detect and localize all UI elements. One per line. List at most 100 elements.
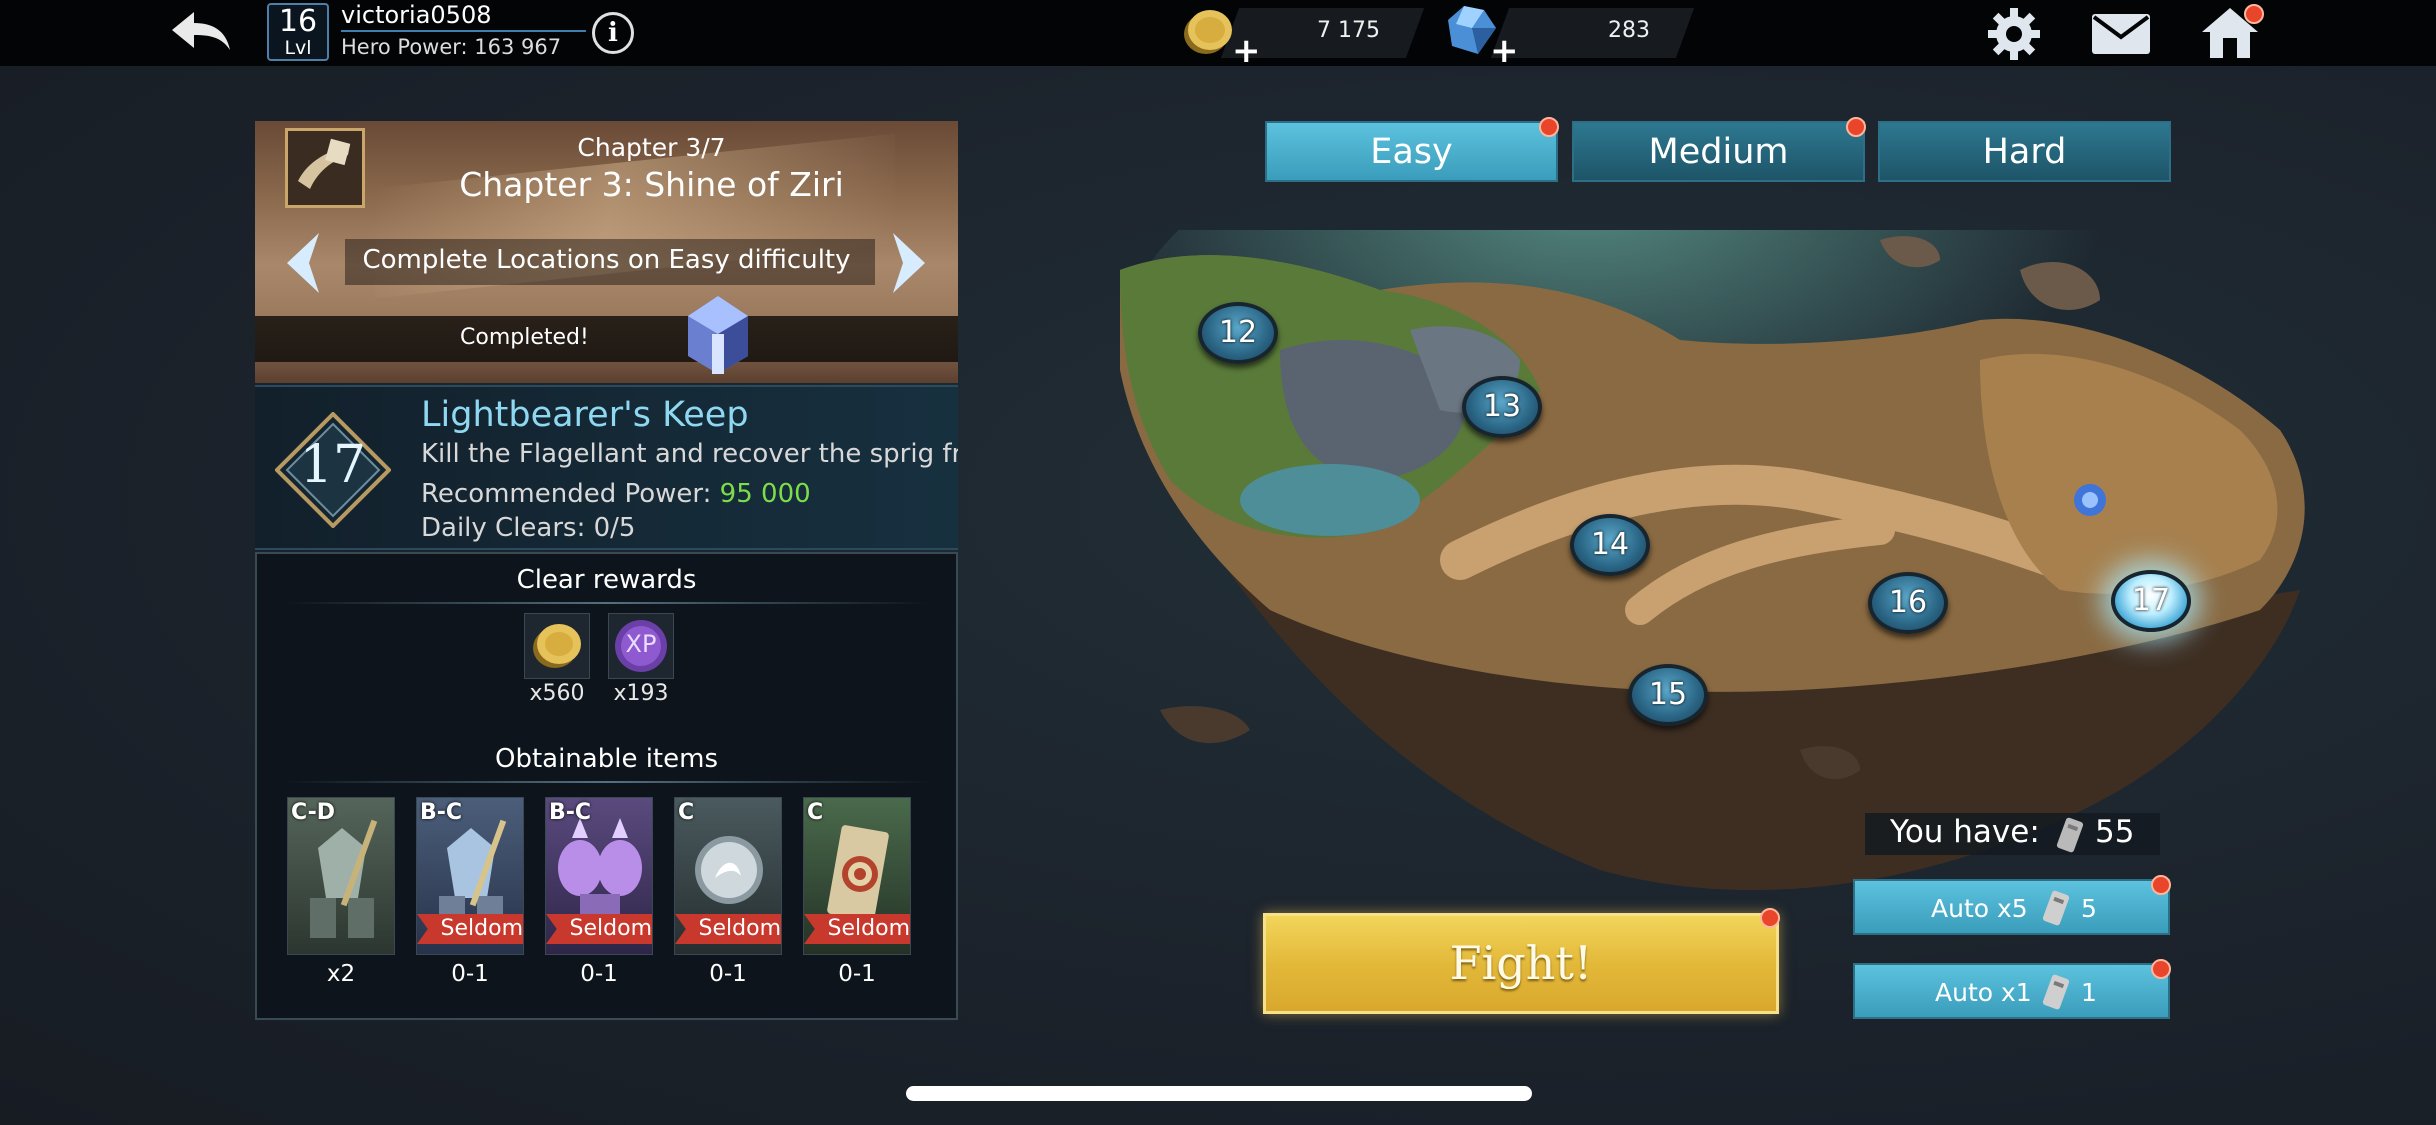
xp-reward-qty: x193 xyxy=(613,681,669,706)
mail-button[interactable] xyxy=(2090,12,2152,56)
raid-ticket-icon xyxy=(2042,974,2070,1010)
location-description: Kill the Flagellant and recover the spri… xyxy=(421,439,958,469)
daily-clears-label: Daily Clears: xyxy=(421,513,586,543)
divider xyxy=(282,602,932,604)
item-card[interactable]: B-C Seldom xyxy=(416,797,524,955)
node-label: 16 xyxy=(1888,585,1928,620)
item-grade: C-D xyxy=(291,800,336,825)
home-notification-badge xyxy=(2244,4,2264,24)
coin-count: 7 175 xyxy=(1317,18,1380,43)
tab-easy-label: Easy xyxy=(1370,132,1453,172)
item-qty: 0-1 xyxy=(580,961,618,987)
item-qty: 0-1 xyxy=(451,961,489,987)
map-node-12[interactable]: 12 xyxy=(1198,298,1278,368)
node-label: 15 xyxy=(1648,677,1688,712)
auto-x1-badge xyxy=(2151,959,2171,979)
tab-medium[interactable]: Medium xyxy=(1572,117,1866,182)
map-node-14[interactable]: 14 xyxy=(1570,510,1650,580)
coin-icon xyxy=(1184,10,1232,54)
fight-badge xyxy=(1760,908,1780,928)
fight-button[interactable]: Fight! xyxy=(1263,908,1780,1014)
map-node-13[interactable]: 13 xyxy=(1462,372,1542,442)
recommended-power-value: 95 000 xyxy=(719,479,811,509)
raid-ticket-icon xyxy=(2042,890,2070,926)
info-icon[interactable]: i xyxy=(592,12,634,54)
tab-hard[interactable]: Hard xyxy=(1878,121,2171,182)
map-node-16[interactable]: 16 xyxy=(1868,568,1948,638)
coin-reward-qty: x560 xyxy=(529,681,585,706)
rarity-tag: Seldom xyxy=(546,914,652,944)
tab-easy-badge xyxy=(1539,117,1559,137)
item-qty: 0-1 xyxy=(709,961,747,987)
next-chapter-button[interactable] xyxy=(887,231,937,295)
map-node-15[interactable]: 15 xyxy=(1628,660,1708,730)
auto-x1-button[interactable]: Auto x1 1 xyxy=(1853,959,2171,1019)
xp-reward[interactable]: XP xyxy=(608,613,674,679)
recommended-power: Recommended Power: 95 000 xyxy=(421,479,811,509)
level-label: Lvl xyxy=(284,37,312,59)
gear-icon xyxy=(1988,8,2040,60)
node-label: 14 xyxy=(1590,527,1630,562)
tab-easy[interactable]: Easy xyxy=(1265,117,1559,182)
xp-label: XP xyxy=(625,630,657,658)
item-grade: B-C xyxy=(549,800,592,825)
fight-label: Fight! xyxy=(1449,936,1593,990)
hero-power: Hero Power: 163 967 xyxy=(341,35,562,59)
add-gems-button[interactable]: + xyxy=(1490,34,1519,68)
auto-x1-cost: 1 xyxy=(2081,978,2097,1007)
tab-hard-label: Hard xyxy=(1982,132,2067,172)
you-have-label: You have: xyxy=(1890,814,2040,850)
chapter-title: Chapter 3: Shine of Ziri xyxy=(459,165,844,204)
back-arrow-icon xyxy=(172,12,230,50)
username-underline xyxy=(341,30,586,32)
level-badge[interactable]: 16 Lvl xyxy=(267,3,329,61)
ticket-count: 55 xyxy=(2095,814,2135,850)
auto-x5-label: Auto x5 xyxy=(1931,894,2028,923)
obtainable-items-title: Obtainable items xyxy=(494,744,718,774)
game-screen: 16 Lvl victoria0508 Hero Power: 163 967 … xyxy=(0,0,2436,1125)
chapter-chest-button[interactable] xyxy=(668,286,768,378)
item-qty: 0-1 xyxy=(838,961,876,987)
item-card[interactable]: C Seldom xyxy=(803,797,911,955)
location-title: Lightbearer's Keep xyxy=(421,395,749,435)
item-card[interactable]: C-D xyxy=(287,797,395,955)
location-info: 17 Lightbearer's Keep Kill the Flagellan… xyxy=(255,385,958,550)
node-label: 17 xyxy=(2131,583,2171,618)
daily-clears: Daily Clears: 0/5 xyxy=(421,513,635,543)
recommended-power-label: Recommended Power: xyxy=(421,479,712,509)
settings-button[interactable] xyxy=(1984,4,2044,64)
node-label: 12 xyxy=(1218,315,1258,350)
item-card[interactable]: B-C Seldom xyxy=(545,797,653,955)
map-node-17[interactable]: 17 xyxy=(2111,566,2191,636)
level-number: 16 xyxy=(278,4,318,39)
chevron-right-icon xyxy=(893,233,925,293)
daily-clears-value: 0/5 xyxy=(593,513,636,543)
item-grade: B-C xyxy=(420,800,463,825)
coin-reward[interactable] xyxy=(524,613,590,679)
item-grade: C xyxy=(807,800,824,825)
raid-ticket-icon xyxy=(2056,817,2084,853)
completed-bar xyxy=(255,316,958,362)
home-indicator[interactable] xyxy=(906,1086,1532,1101)
add-coins-button[interactable]: + xyxy=(1232,34,1261,68)
tab-medium-label: Medium xyxy=(1648,132,1789,172)
chevron-left-icon xyxy=(287,233,319,293)
auto-x5-button[interactable]: Auto x5 5 xyxy=(1853,875,2171,935)
item-grade: C xyxy=(678,800,695,825)
auto-x5-badge xyxy=(2151,875,2171,895)
back-button[interactable] xyxy=(165,6,235,58)
item-qty: x2 xyxy=(326,961,356,987)
auto-x5-cost: 5 xyxy=(2081,894,2097,923)
chapter-status: Completed! xyxy=(460,325,589,350)
username[interactable]: victoria0508 xyxy=(341,1,491,29)
location-number: 17 xyxy=(299,435,367,495)
rewards-panel: Clear rewards x560 XP x193 Obtainable it… xyxy=(255,552,958,1020)
coin-icon xyxy=(533,624,581,668)
previous-chapter-button[interactable] xyxy=(275,231,325,295)
rarity-tag: Seldom xyxy=(804,914,910,944)
home-button[interactable] xyxy=(2200,4,2264,62)
gem-count: 283 xyxy=(1608,18,1650,43)
chest-icon xyxy=(688,296,748,374)
item-card[interactable]: C Seldom xyxy=(674,797,782,955)
chapter-task: Complete Locations on Easy difficulty xyxy=(362,245,851,275)
